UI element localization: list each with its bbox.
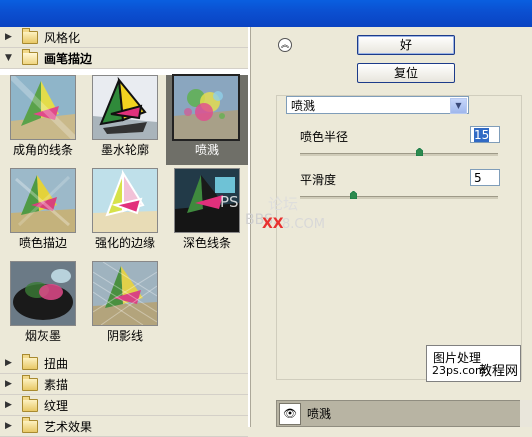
category-texture[interactable]: ▶ 纹理: [0, 395, 248, 416]
filter-thumb-angled-strokes[interactable]: 成角的线条: [2, 75, 84, 165]
folder-icon: [22, 395, 38, 412]
reset-button[interactable]: 复位: [357, 63, 455, 83]
spray-radius-slider[interactable]: [300, 153, 498, 156]
folder-icon: [22, 416, 38, 433]
folder-icon: [22, 27, 38, 44]
thumbnail-grid: 成角的线条 墨水轮廓 喷溅 喷色描边 强化的边缘 深色线条 烟灰墨 阴影线: [0, 74, 248, 380]
triangle-down-icon: ▼: [5, 53, 12, 63]
param-label-smoothness: 平滑度: [300, 173, 337, 187]
watermark-ps: PS: [220, 193, 239, 211]
category-distort[interactable]: ▶ 扭曲: [0, 353, 248, 374]
filter-thumb-accented-edges[interactable]: 强化的边缘: [84, 168, 166, 258]
category-sketch[interactable]: ▶ 素描: [0, 374, 248, 395]
window-titlebar: [0, 0, 532, 27]
param-label-spray-radius: 喷色半径: [300, 130, 349, 144]
triangle-right-icon: ▶: [5, 32, 12, 42]
slider-knob-icon[interactable]: [350, 191, 358, 199]
filter-thumb-crosshatch[interactable]: 阴影线: [84, 261, 166, 351]
eye-icon[interactable]: 👁: [279, 403, 301, 425]
filter-thumb-sprayed-strokes[interactable]: 喷色描边: [2, 168, 84, 258]
watermark-xx: XX: [262, 216, 284, 232]
effect-layer-row[interactable]: 👁 喷溅: [276, 400, 522, 427]
folder-icon: [22, 48, 38, 65]
dropdown-arrow-icon: ▼: [450, 98, 467, 114]
triangle-right-icon: ▶: [5, 358, 12, 368]
collapse-chevrons-icon[interactable]: ︽: [278, 38, 292, 52]
smoothness-input[interactable]: 5: [470, 169, 500, 186]
spray-radius-input[interactable]: 15: [470, 126, 500, 143]
triangle-right-icon: ▶: [5, 400, 12, 410]
thumbnail-image: [172, 74, 240, 141]
filter-thumb-sumi-e[interactable]: 烟灰墨: [2, 261, 84, 351]
triangle-right-icon: ▶: [5, 379, 12, 389]
category-stylize[interactable]: ▶ 风格化: [0, 27, 248, 48]
watermark-preview-box: 图片处理 23ps.com 教程网: [426, 345, 521, 382]
thumbnail-image: [10, 261, 76, 326]
thumbnail-image: [92, 168, 158, 233]
watermark-domain: 8.COM: [282, 217, 325, 232]
triangle-right-icon: ▶: [5, 421, 12, 431]
ok-button[interactable]: 好: [357, 35, 455, 55]
folder-icon: [22, 353, 38, 370]
smoothness-slider[interactable]: [300, 196, 498, 199]
thumbnail-image: [92, 261, 158, 326]
watermark-forum: 论坛: [268, 195, 299, 213]
thumbnail-image: [92, 75, 158, 140]
filter-gallery-panel: ▶ 风格化 ▼ 画笔描边 成角的线条 墨水轮廓 喷溅 喷色描边 强化的边缘 深色…: [0, 27, 251, 437]
category-brush-strokes[interactable]: ▼ 画笔描边: [0, 48, 248, 69]
filter-thumb-ink-outlines[interactable]: 墨水轮廓: [84, 75, 166, 165]
folder-icon: [22, 374, 38, 391]
filter-select[interactable]: 喷溅 ▼: [286, 96, 469, 114]
filter-thumb-dark-strokes[interactable]: 深色线条: [166, 168, 248, 258]
slider-knob-icon[interactable]: [415, 148, 423, 156]
layer-scrollbar[interactable]: [520, 400, 532, 427]
thumbnail-image: [10, 168, 76, 233]
thumbnail-image: [10, 75, 76, 140]
filter-thumb-spatter[interactable]: 喷溅: [166, 74, 248, 165]
